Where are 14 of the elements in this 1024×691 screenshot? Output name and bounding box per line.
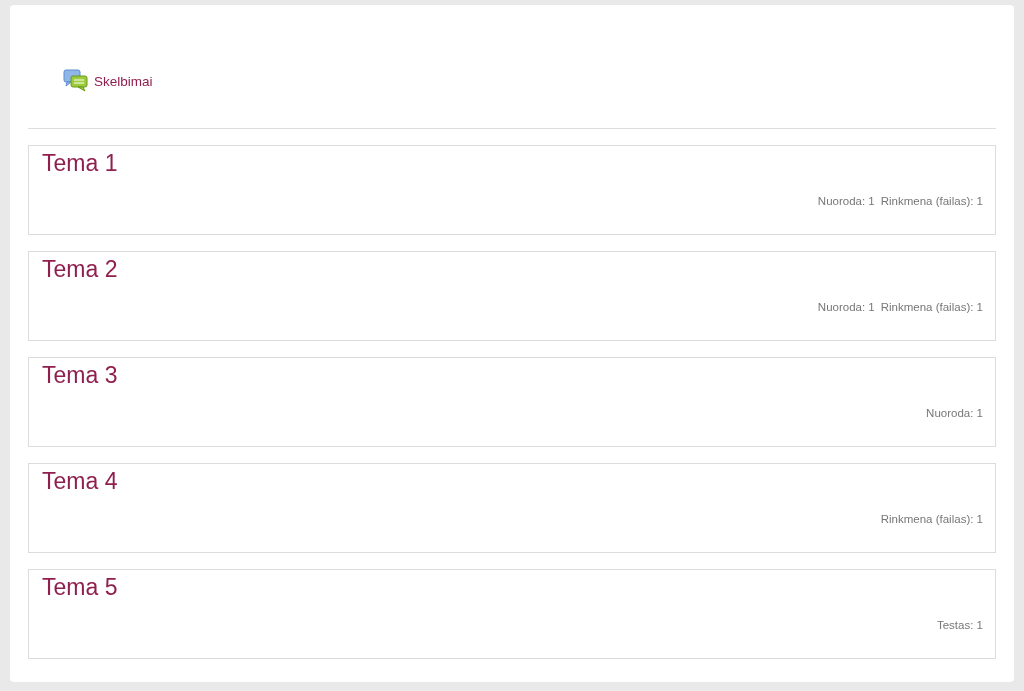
section-title[interactable]: Tema 2: [42, 256, 118, 283]
section-title[interactable]: Tema 3: [42, 362, 118, 389]
activity-count: Nuoroda: 1: [817, 301, 875, 313]
activity-count: Rinkmena (failas): 1: [880, 301, 983, 313]
activity-count: Testas: 1: [936, 619, 983, 631]
section-title[interactable]: Tema 5: [42, 574, 118, 601]
activity-count: Rinkmena (failas): 1: [880, 513, 983, 525]
activity-count: Nuoroda: 1: [926, 407, 983, 419]
section-title[interactable]: Tema 4: [42, 468, 118, 495]
section-title[interactable]: Tema 1: [42, 150, 118, 177]
chat-bubbles-icon: [63, 69, 89, 93]
activity-count: Nuoroda: 1: [817, 195, 875, 207]
announcements-link[interactable]: Skelbimai: [63, 69, 153, 93]
activity-count: Rinkmena (failas): 1: [880, 195, 983, 207]
